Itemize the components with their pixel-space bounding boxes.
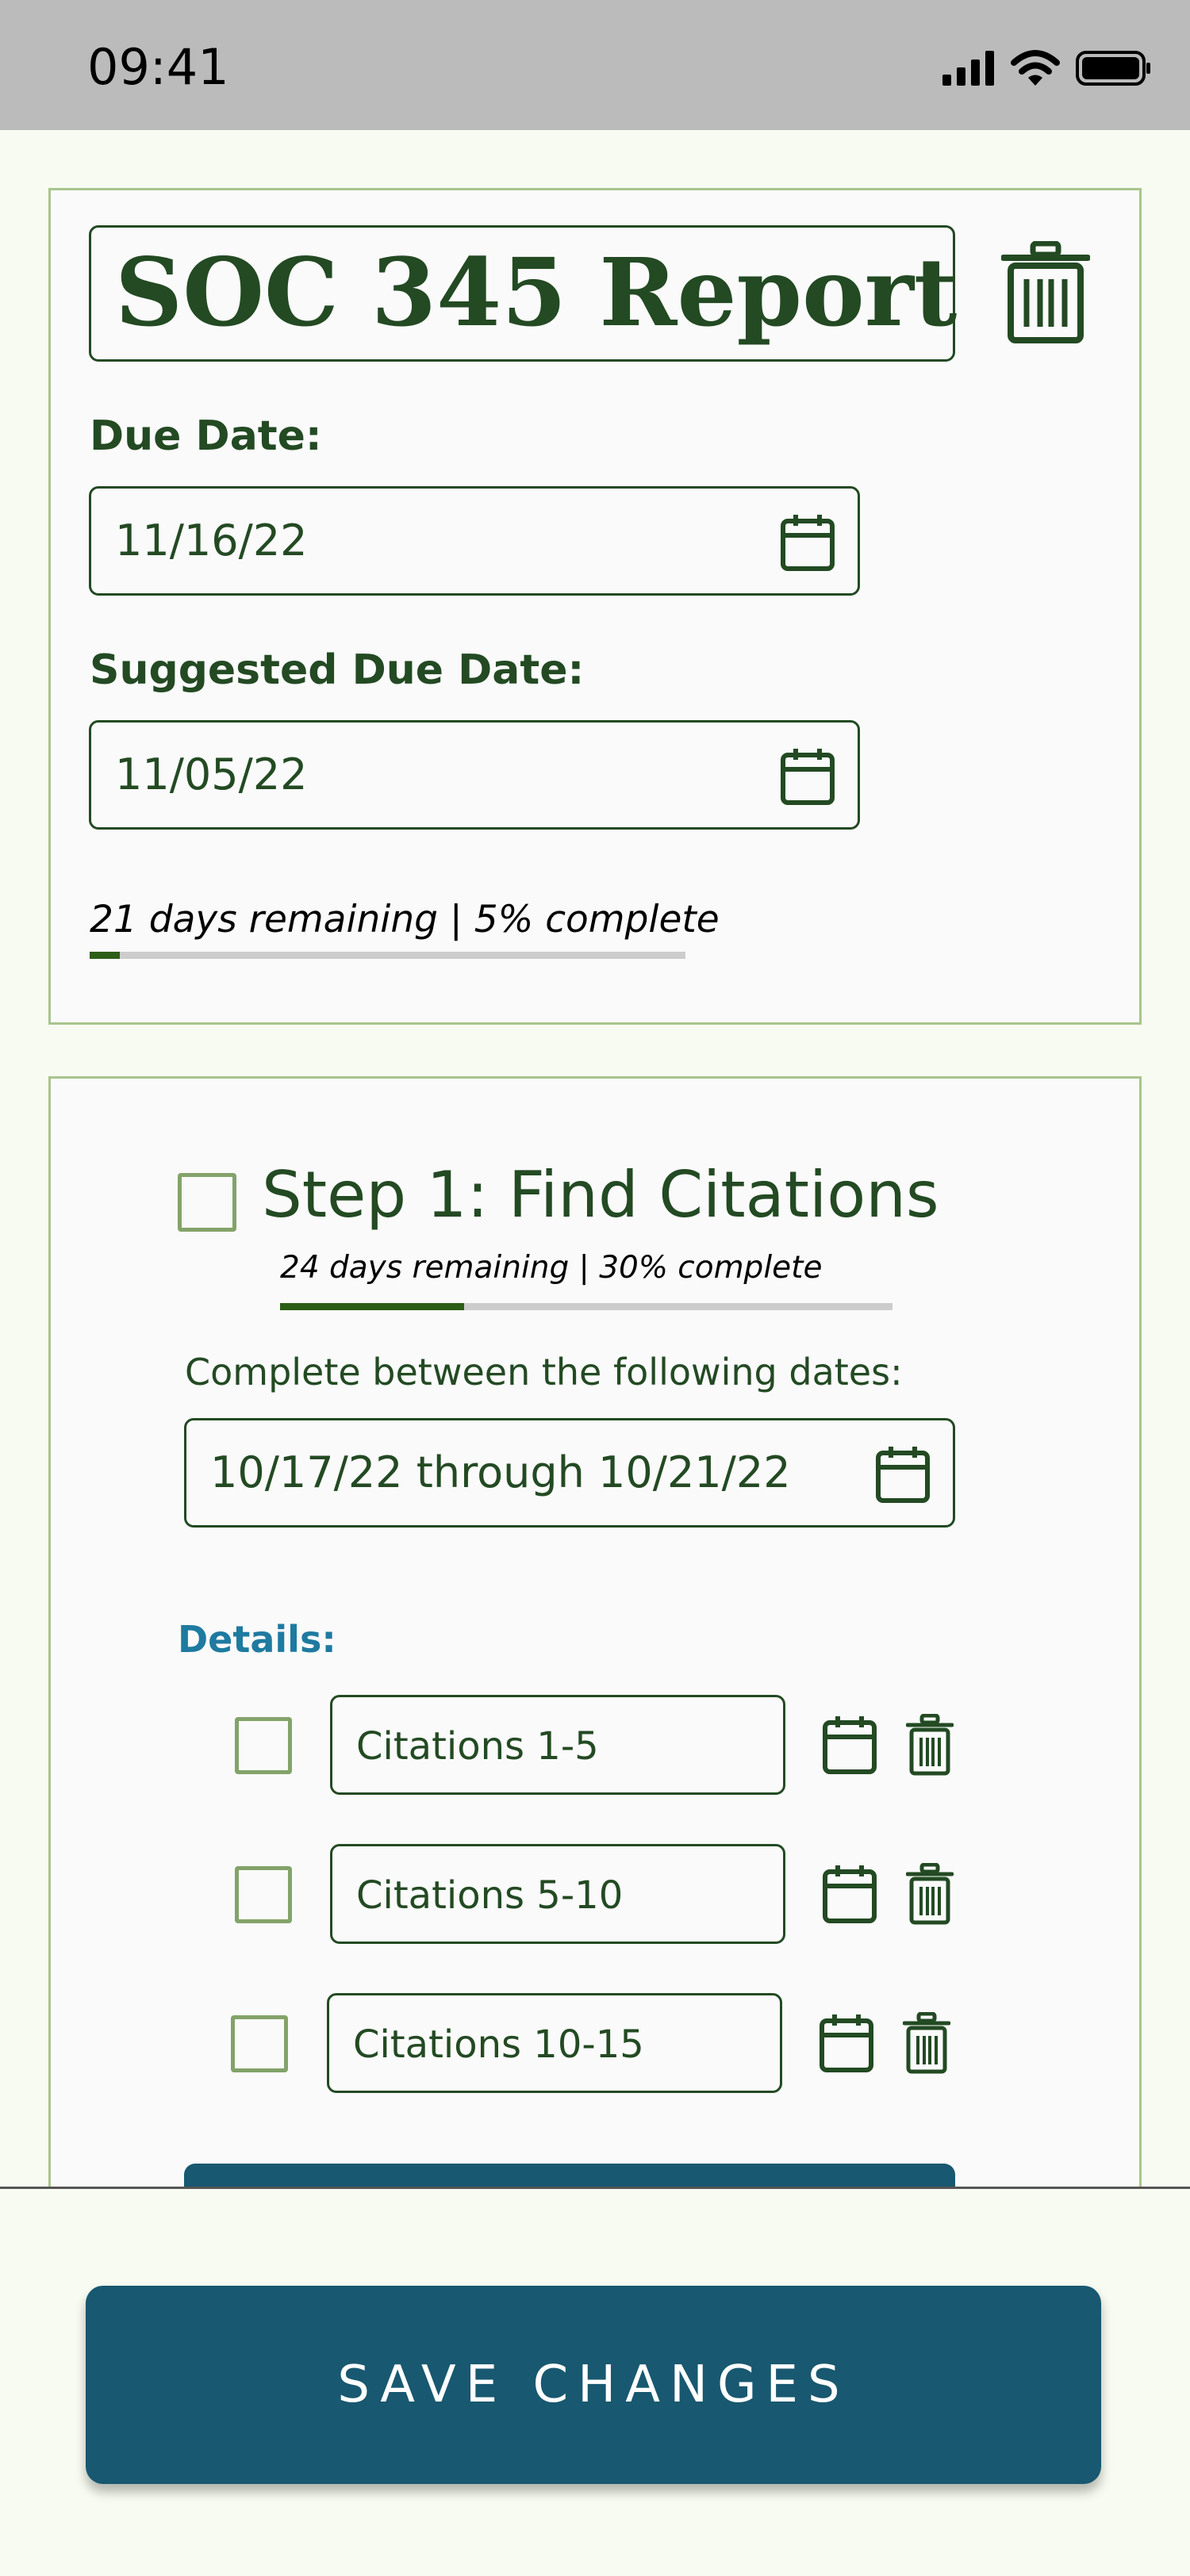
detail-label: Citations 5-10 bbox=[356, 1873, 624, 1918]
signal-icon bbox=[942, 51, 994, 86]
step-progress-text: 24 days remaining | 30% complete bbox=[280, 1250, 823, 1286]
wifi-icon bbox=[1011, 50, 1060, 86]
details-label: Details: bbox=[178, 1618, 336, 1661]
save-changes-button[interactable]: SAVE CHANGES bbox=[86, 2286, 1101, 2484]
suggested-due-date-value: 11/05/22 bbox=[115, 749, 308, 799]
delete-assignment-trash-icon[interactable] bbox=[1001, 241, 1090, 344]
step-title: Step 1: Find Citations bbox=[262, 1158, 939, 1232]
trash-icon[interactable] bbox=[906, 1863, 954, 1925]
date-range-value: 10/17/22 through 10/21/22 bbox=[210, 1447, 791, 1497]
status-icons bbox=[942, 46, 1152, 90]
step-progress-bar bbox=[280, 1303, 892, 1310]
assignment-title-field[interactable]: SOC 345 Report bbox=[89, 225, 958, 362]
calendar-icon[interactable] bbox=[819, 2013, 874, 2073]
detail-input[interactable]: Citations 10-15 bbox=[327, 1993, 782, 2093]
calendar-icon[interactable] bbox=[822, 1715, 877, 1775]
step-progress-fill bbox=[280, 1303, 464, 1310]
status-bar: 09:41 bbox=[0, 0, 1190, 130]
trash-icon[interactable] bbox=[903, 2012, 950, 2074]
detail-label: Citations 1-5 bbox=[356, 1724, 599, 1769]
due-date-label: Due Date: bbox=[90, 412, 322, 460]
battery-icon bbox=[1076, 51, 1150, 86]
trash-icon[interactable] bbox=[906, 1714, 954, 1776]
detail-input[interactable]: Citations 5-10 bbox=[330, 1844, 785, 1944]
status-time: 09:41 bbox=[87, 38, 229, 96]
step-checkbox[interactable] bbox=[178, 1173, 236, 1232]
calendar-icon[interactable] bbox=[780, 747, 835, 806]
due-date-field[interactable]: 11/16/22 bbox=[89, 486, 860, 596]
detail-label: Citations 10-15 bbox=[353, 2022, 644, 2067]
calendar-icon[interactable] bbox=[822, 1864, 877, 1924]
suggested-due-date-field[interactable]: 11/05/22 bbox=[89, 720, 860, 830]
due-date-value: 11/16/22 bbox=[115, 516, 308, 565]
detail-checkbox[interactable] bbox=[235, 1866, 292, 1923]
detail-checkbox[interactable] bbox=[231, 2015, 288, 2072]
calendar-icon[interactable] bbox=[875, 1445, 931, 1504]
assignment-title: SOC 345 Report bbox=[115, 237, 958, 347]
assignment-progress-text: 21 days remaining | 5% complete bbox=[90, 898, 720, 941]
add-detail-button[interactable] bbox=[184, 2164, 955, 2187]
calendar-icon[interactable] bbox=[780, 513, 835, 572]
date-range-label: Complete between the following dates: bbox=[185, 1351, 903, 1393]
date-range-field[interactable]: 10/17/22 through 10/21/22 bbox=[184, 1418, 955, 1528]
suggested-due-date-label: Suggested Due Date: bbox=[90, 646, 585, 694]
assignment-progress-bar bbox=[90, 952, 685, 959]
assignment-progress-fill bbox=[90, 952, 120, 959]
detail-checkbox[interactable] bbox=[235, 1717, 292, 1774]
detail-input[interactable]: Citations 1-5 bbox=[330, 1695, 785, 1795]
